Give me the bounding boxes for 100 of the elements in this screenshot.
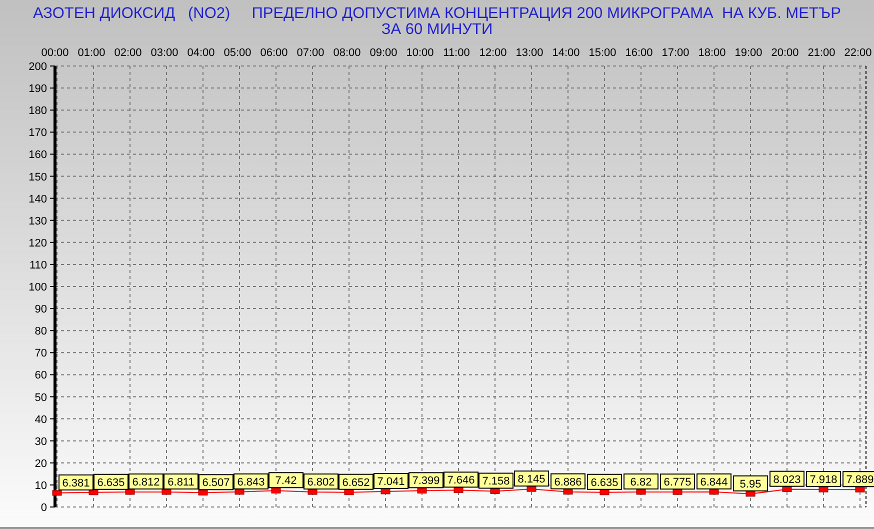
tick-label: 140 bbox=[28, 193, 47, 206]
tick-label: 170 bbox=[28, 127, 47, 140]
tick-label: 06:00 bbox=[260, 47, 288, 59]
data-label: 8.145 bbox=[518, 474, 546, 486]
value-label: 8.145 bbox=[514, 470, 549, 487]
data-point bbox=[198, 490, 208, 496]
tick-label: 20 bbox=[34, 458, 47, 470]
tick-label: 110 bbox=[29, 259, 47, 272]
data-label: 7.646 bbox=[447, 474, 475, 487]
value-label: 6.844 bbox=[696, 473, 732, 490]
tick-label: 20:00 bbox=[771, 47, 799, 59]
value-label: 6.775 bbox=[660, 474, 695, 490]
tick-label: 11:00 bbox=[443, 47, 470, 59]
chart-subtitle: ЗА 60 МИНУТИ bbox=[381, 22, 493, 38]
data-label: 6.82 bbox=[630, 476, 652, 488]
tick-label: 12:00 bbox=[479, 47, 507, 59]
value-label: 6.507 bbox=[198, 474, 234, 490]
data-point bbox=[380, 488, 390, 494]
value-label: 6.811 bbox=[164, 473, 198, 490]
value-label: 7.041 bbox=[374, 472, 408, 489]
data-label: 7.041 bbox=[377, 476, 405, 488]
tick-label: 60 bbox=[34, 370, 47, 382]
value-label: 7.399 bbox=[408, 472, 444, 488]
data-point bbox=[308, 489, 318, 495]
value-label: 6.802 bbox=[304, 474, 338, 490]
data-point bbox=[746, 491, 756, 497]
data-label: 7.42 bbox=[275, 475, 297, 488]
tick-label: 0 bbox=[40, 502, 47, 514]
data-point bbox=[417, 488, 427, 494]
value-label: 6.82 bbox=[624, 473, 658, 490]
data-point bbox=[709, 489, 719, 495]
tick-label: 80 bbox=[34, 326, 47, 338]
data-point bbox=[52, 490, 62, 496]
data-point bbox=[672, 489, 682, 495]
tick-label: 00:00 bbox=[41, 47, 69, 59]
data-point bbox=[782, 486, 792, 492]
tick-label: 130 bbox=[28, 215, 47, 228]
data-point bbox=[855, 486, 865, 492]
tick-label: 16:00 bbox=[625, 47, 653, 59]
data-label: 6.635 bbox=[97, 476, 125, 489]
data-label: 6.507 bbox=[202, 477, 230, 490]
tick-label: 05:00 bbox=[224, 47, 252, 59]
value-label: 5.95 bbox=[733, 475, 768, 492]
data-point bbox=[271, 488, 281, 494]
data-label: 7.918 bbox=[810, 474, 838, 486]
tick-label: 70 bbox=[34, 348, 47, 360]
tick-label: 90 bbox=[34, 304, 47, 316]
data-point bbox=[125, 489, 135, 495]
value-label: 6.812 bbox=[128, 473, 164, 490]
value-label: 8.023 bbox=[770, 470, 804, 487]
data-point bbox=[162, 489, 172, 495]
value-label: 6.381 bbox=[58, 474, 94, 490]
value-label: 6.843 bbox=[234, 473, 268, 490]
data-label: 7.889 bbox=[846, 474, 874, 486]
tick-label: 13:00 bbox=[516, 47, 544, 59]
tick-label: 14:00 bbox=[552, 47, 580, 59]
tick-label: 50 bbox=[34, 392, 47, 404]
tick-label: 09:00 bbox=[370, 47, 398, 59]
tick-label: 02:00 bbox=[114, 47, 142, 59]
data-label: 7.158 bbox=[482, 476, 510, 488]
data-point bbox=[344, 490, 354, 496]
tick-label: 15:00 bbox=[588, 47, 616, 59]
tick-label: 17:00 bbox=[662, 47, 690, 59]
data-point bbox=[818, 486, 828, 492]
tick-label: 01:00 bbox=[78, 47, 106, 59]
data-label: 6.652 bbox=[342, 476, 370, 489]
data-label: 6.811 bbox=[168, 476, 194, 488]
data-point bbox=[600, 490, 610, 496]
tick-label: 08:00 bbox=[333, 47, 361, 59]
value-label: 6.886 bbox=[550, 473, 586, 490]
data-point bbox=[526, 486, 536, 492]
tick-label: 200 bbox=[28, 61, 47, 73]
data-label: 6.635 bbox=[590, 476, 618, 489]
value-label: 7.918 bbox=[806, 471, 841, 488]
tick-label: 180 bbox=[28, 105, 47, 118]
value-label: 6.635 bbox=[587, 474, 622, 490]
tick-label: 04:00 bbox=[187, 47, 215, 59]
data-label: 5.95 bbox=[740, 478, 762, 490]
value-label: 6.652 bbox=[338, 474, 374, 490]
data-label: 6.843 bbox=[237, 476, 265, 488]
data-label: 6.886 bbox=[554, 476, 582, 488]
tick-label: 18:00 bbox=[698, 47, 726, 59]
data-label: 6.844 bbox=[700, 476, 728, 488]
value-label: 6.635 bbox=[94, 474, 128, 490]
data-label: 6.812 bbox=[132, 476, 160, 488]
data-point bbox=[490, 488, 500, 494]
tick-label: 30 bbox=[34, 436, 47, 448]
data-label: 6.802 bbox=[307, 476, 335, 488]
tick-label: 100 bbox=[28, 282, 47, 294]
data-point bbox=[636, 489, 646, 495]
tick-label: 03:00 bbox=[150, 47, 178, 59]
data-point bbox=[88, 490, 98, 496]
value-label: 7.158 bbox=[478, 472, 514, 489]
tick-label: 10 bbox=[34, 480, 47, 492]
tick-label: 190 bbox=[28, 83, 47, 96]
tick-label: 10:00 bbox=[406, 47, 434, 59]
tick-label: 22:00 bbox=[844, 47, 872, 59]
tick-label: 150 bbox=[28, 171, 47, 184]
tick-label: 160 bbox=[28, 149, 47, 162]
tick-label: 07:00 bbox=[296, 47, 324, 59]
